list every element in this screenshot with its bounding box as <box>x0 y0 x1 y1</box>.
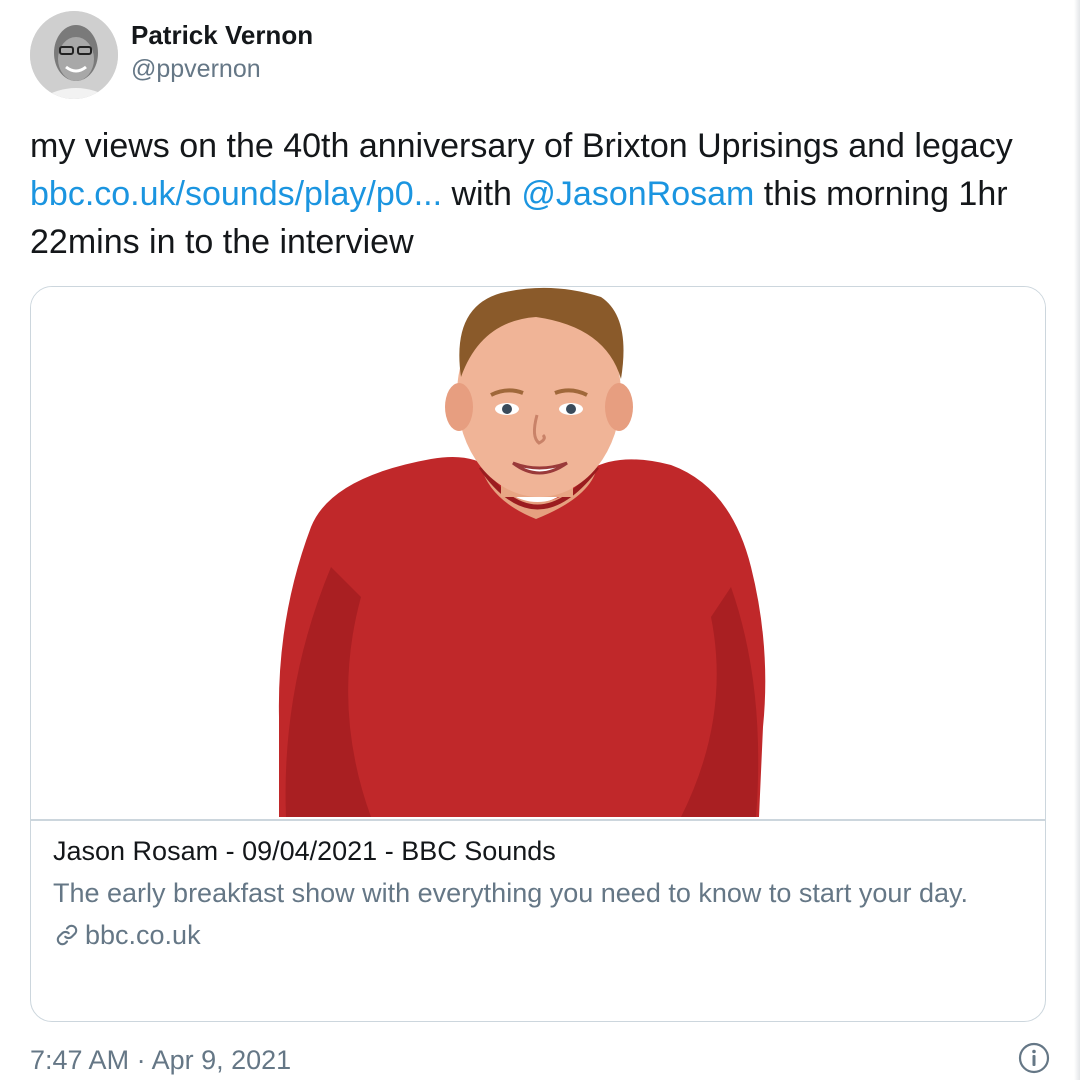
tweet-text-part: with <box>442 175 522 213</box>
mention-link[interactable]: @JasonRosam <box>521 175 754 213</box>
card-domain[interactable]: bbc.co.uk <box>53 915 1023 955</box>
person-photo <box>278 287 766 817</box>
timestamp[interactable]: 7:47 AM · Apr 9, 2021 <box>30 1045 291 1075</box>
tweet-link[interactable]: bbc.co.uk/sounds/play/p0... <box>30 175 442 213</box>
page-edge-shadow <box>1074 0 1080 1080</box>
link-card[interactable]: Jason Rosam - 09/04/2021 - BBC Sounds Th… <box>30 286 1046 1022</box>
card-body[interactable]: Jason Rosam - 09/04/2021 - BBC Sounds Th… <box>53 831 1023 955</box>
tweet-footer: 7:47 AM · Apr 9, 2021 <box>30 1040 1050 1080</box>
info-icon[interactable] <box>1018 1042 1050 1074</box>
card-image[interactable] <box>31 287 1045 819</box>
tweet-text: my views on the 40th anniversary of Brix… <box>30 122 1040 266</box>
avatar[interactable] <box>30 11 118 99</box>
card-title[interactable]: Jason Rosam - 09/04/2021 - BBC Sounds <box>53 831 1023 871</box>
handle[interactable]: @ppvernon <box>131 52 313 86</box>
tweet-text-part: my views on the 40th anniversary of Brix… <box>30 127 1013 165</box>
tweet-header: Patrick Vernon @ppvernon <box>30 10 313 100</box>
card-divider <box>31 819 1045 821</box>
card-domain-text: bbc.co.uk <box>85 920 201 950</box>
link-icon <box>56 924 78 946</box>
avatar-image <box>30 11 118 99</box>
display-name[interactable]: Patrick Vernon <box>131 18 313 52</box>
card-description: The early breakfast show with everything… <box>53 878 968 908</box>
